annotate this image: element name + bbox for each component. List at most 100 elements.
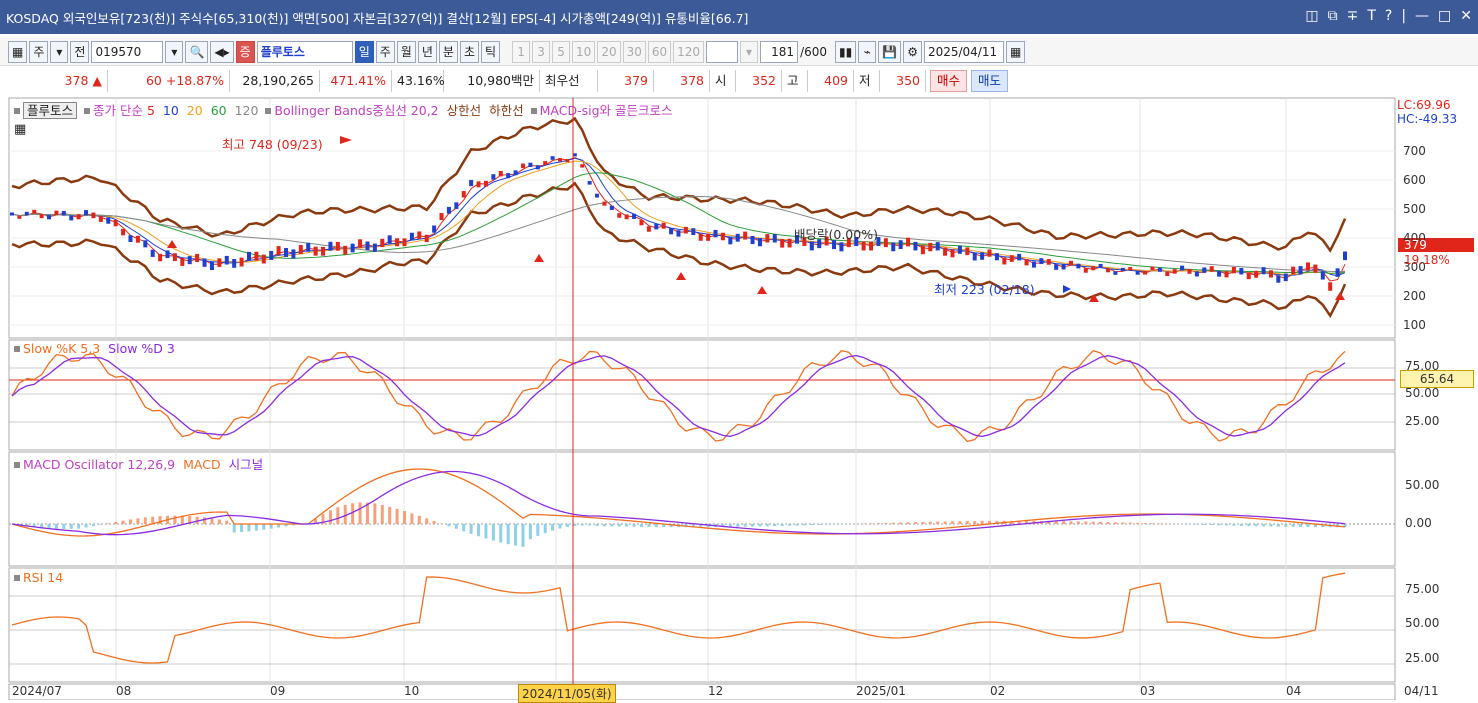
interval-1[interactable]: 1 <box>512 41 530 63</box>
ma-120[interactable]: 120 <box>235 103 259 118</box>
code-input[interactable]: 019570 <box>91 41 163 63</box>
chart-area[interactable]: 플루토스 종가 단순 5 10 20 60 120 Bollinger Band… <box>0 96 1478 700</box>
signal-label[interactable]: 시그널 <box>229 457 264 472</box>
interval-3[interactable]: 3 <box>532 41 550 63</box>
speaker-icon[interactable]: ◀▸ <box>210 41 233 63</box>
draw-icon[interactable]: ⌁ <box>858 41 876 63</box>
ma-5[interactable]: 5 <box>147 103 155 118</box>
market-select[interactable]: 주 <box>29 41 48 63</box>
candle <box>210 262 214 270</box>
candle <box>269 251 273 260</box>
candle <box>506 173 510 178</box>
candle <box>291 249 295 258</box>
macd-sig-label[interactable]: MACD-sig와 골든크로스 <box>540 103 673 118</box>
candle <box>173 253 177 261</box>
minimize-icon[interactable]: — <box>1415 8 1429 24</box>
macd-osc-bar <box>973 521 976 524</box>
maximize-icon[interactable]: □ <box>1438 8 1451 24</box>
sell-button[interactable]: 매도 <box>971 70 1008 92</box>
candle <box>558 158 562 161</box>
tab-month[interactable]: 월 <box>397 41 416 63</box>
interval-60[interactable]: 60 <box>648 41 671 63</box>
buy-button[interactable]: 매수 <box>930 70 967 92</box>
macd-osc-bar <box>99 524 102 525</box>
calendar-icon[interactable]: ▦ <box>1006 41 1025 63</box>
badge: 증 <box>236 41 255 63</box>
interval-20[interactable]: 20 <box>597 41 620 63</box>
font-icon[interactable]: T <box>1367 8 1376 24</box>
macd-osc-bar <box>484 524 487 538</box>
interval-5[interactable]: 5 <box>552 41 570 63</box>
stoch-d-label[interactable]: Slow %D 3 <box>108 341 175 356</box>
macd-osc-bar <box>929 522 932 524</box>
interval-10[interactable]: 10 <box>572 41 595 63</box>
stock-name-field[interactable]: 플루토스 <box>257 41 353 63</box>
candle <box>936 242 940 250</box>
chart-canvas[interactable] <box>0 96 1478 700</box>
bb-label[interactable]: Bollinger Bands중심선 20,2 <box>274 103 438 118</box>
macd-osc-bar <box>1225 524 1228 526</box>
tile-icon[interactable]: ⧉ <box>1328 8 1338 24</box>
macd-osc-bar <box>588 524 591 525</box>
macd-osc-bar <box>803 524 806 525</box>
ma-20[interactable]: 20 <box>187 103 203 118</box>
macd-osc-bar <box>85 524 88 527</box>
candle <box>1202 267 1206 272</box>
restore-icon[interactable]: ◫ <box>1305 8 1318 24</box>
candle <box>440 213 444 220</box>
macd-label[interactable]: MACD <box>183 457 220 472</box>
stock-name-chip[interactable]: 플루토스 <box>23 102 77 119</box>
interval-30[interactable]: 30 <box>623 41 646 63</box>
code-dropdown-icon[interactable]: ▾ <box>165 41 183 63</box>
interval-120[interactable]: 120 <box>673 41 704 63</box>
all-button[interactable]: 전 <box>70 41 89 63</box>
grid-icon[interactable]: ▦ <box>8 41 27 63</box>
tab-second[interactable]: 초 <box>460 41 479 63</box>
stoch-k-label[interactable]: Slow %K 5,3 <box>23 341 100 356</box>
candle <box>965 247 969 255</box>
chevron-down-icon[interactable]: ▾ <box>50 41 68 63</box>
table-icon[interactable]: ▦ <box>14 122 26 137</box>
pin-icon[interactable]: ∓ <box>1347 8 1359 24</box>
macd-osc-bar <box>136 518 139 524</box>
candle <box>25 212 29 215</box>
candle <box>232 259 236 268</box>
compare-icon[interactable]: ▮▮ <box>835 41 856 63</box>
tab-year[interactable]: 년 <box>418 41 437 63</box>
macd-osc-bar <box>551 524 554 531</box>
tab-tick[interactable]: 틱 <box>481 41 500 63</box>
interval-dropdown-icon[interactable]: ▾ <box>740 41 758 63</box>
tab-minute[interactable]: 분 <box>439 41 458 63</box>
macd-osc-bar <box>1151 523 1154 524</box>
close-icon[interactable]: ✕ <box>1460 8 1472 24</box>
macd-osc-bar <box>529 524 532 539</box>
ma-60[interactable]: 60 <box>211 103 227 118</box>
search-icon[interactable]: 🔍 <box>185 41 208 63</box>
best-ask: 379 <box>598 70 654 92</box>
candle <box>1165 272 1169 276</box>
tab-week[interactable]: 주 <box>376 41 395 63</box>
candle <box>1173 269 1177 273</box>
macd-osc-bar <box>781 524 784 526</box>
save-icon[interactable]: 💾 <box>878 41 901 63</box>
macd-osc-bar <box>618 524 621 527</box>
date-input[interactable]: 2025/04/11 <box>924 41 1004 63</box>
candle <box>1017 254 1021 261</box>
candle <box>121 229 125 236</box>
toolbar: ▦ 주 ▾ 전 019570 ▾ 🔍 ◀▸ 증 플루토스 일 주 월 년 분 초… <box>0 38 1478 66</box>
interval-input[interactable] <box>706 41 738 63</box>
tab-day[interactable]: 일 <box>355 41 374 63</box>
candle <box>736 234 740 242</box>
ma-10[interactable]: 10 <box>163 103 179 118</box>
macd-osc-bar <box>477 524 480 536</box>
help-icon[interactable]: ? <box>1385 8 1392 24</box>
candle <box>521 164 525 169</box>
stoch-legend: Slow %K 5,3 Slow %D 3 <box>14 341 175 356</box>
macd-ytick-0: 0.00 <box>1405 516 1432 530</box>
candle <box>780 239 784 248</box>
gear-icon[interactable]: ⚙ <box>903 41 922 63</box>
rsi-label[interactable]: RSI 14 <box>23 570 63 585</box>
macd-osc-label[interactable]: MACD Oscillator 12,26,9 <box>23 457 175 472</box>
ma-label: 종가 단순 <box>93 103 143 118</box>
count-input[interactable]: 181 <box>760 41 798 63</box>
